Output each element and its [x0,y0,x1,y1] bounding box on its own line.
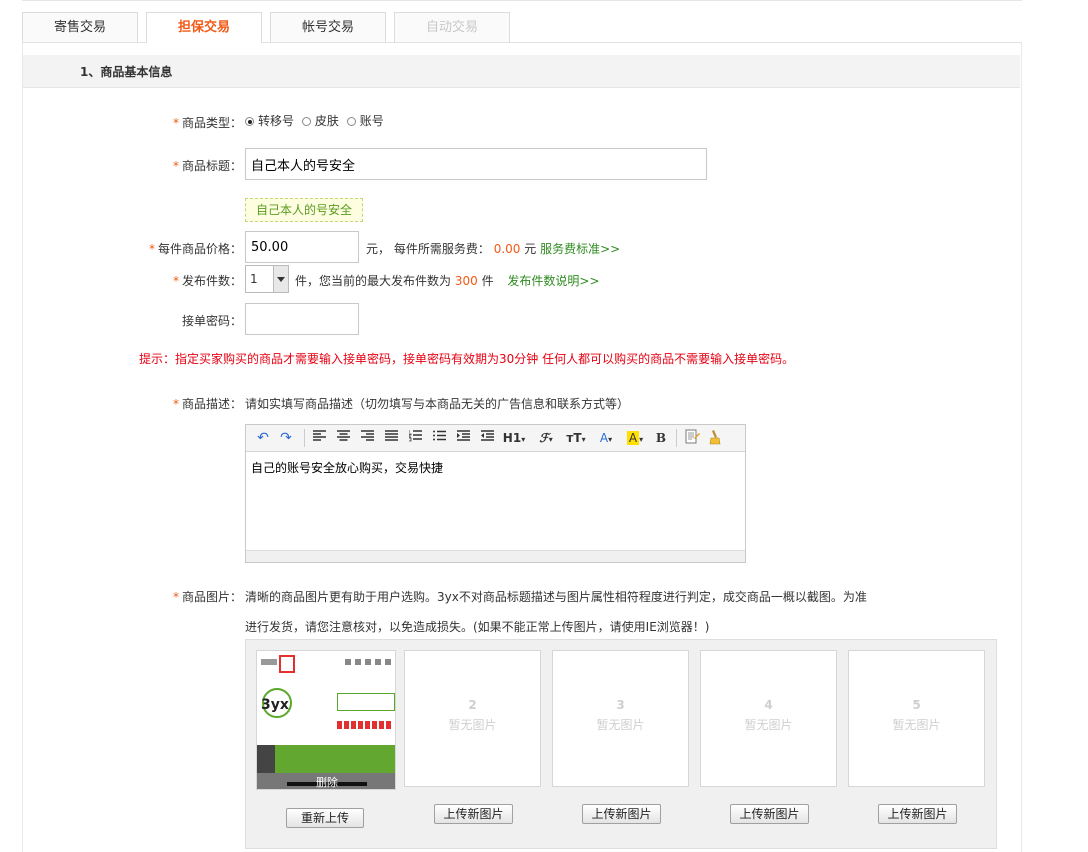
rich-text-editor: ↶ ↷ H1▾ ℱ▾ тT▾ A▾ A ▾ B 自己的账号安全放心购买，交易快捷 [245,424,746,563]
toolbar-divider [304,429,305,447]
radio-transfer-label[interactable]: 转移号 [258,114,294,128]
upload-button-3[interactable]: 上传新图片 [582,804,661,824]
outdent-icon[interactable] [480,429,494,447]
font-family-icon[interactable]: ℱ▾ [536,429,556,447]
align-right-icon[interactable] [360,429,374,447]
password-label: 接单密码： [181,314,242,328]
count-label: * 发布件数： [172,274,242,288]
tab-consignment[interactable]: 寄售交易 [22,12,138,42]
thumbnail-delete-bar[interactable]: 删除 [257,773,395,789]
fee-value: 0.00 [493,242,521,256]
svg-text:3yx: 3yx [261,697,289,713]
reupload-button[interactable]: 重新上传 [286,808,364,828]
images-hint-1: 清晰的商品图片更有助于用户选购。3yx不对商品标题描述与图片属性相符程度进行判定… [245,590,867,604]
image-slot-4[interactable]: 4 暂无图片 [700,650,837,787]
radio-account[interactable] [346,117,356,126]
price-label: * 每件商品价格： [148,242,242,256]
tab-guarantee[interactable]: 担保交易 [146,12,262,43]
upload-button-5[interactable]: 上传新图片 [878,804,957,824]
font-size-icon[interactable]: тT▾ [564,429,588,447]
tab-bar: 寄售交易 担保交易 帐号交易 自动交易 [22,12,1022,43]
desc-hint: 请如实填写商品描述（切勿填写与本商品无关的广告信息和联系方式等） [245,397,630,411]
justify-icon[interactable] [384,429,398,447]
tab-auto: 自动交易 [394,12,510,42]
radio-skin[interactable] [301,117,311,126]
images-label: * 商品图片： [172,590,242,604]
type-label: * 商品类型： [172,116,242,130]
image-slot-3[interactable]: 3 暂无图片 [552,650,689,787]
title-input[interactable] [245,148,707,180]
radio-transfer[interactable] [245,117,254,126]
title-label: * 商品标题： [172,159,242,173]
image-slot-5[interactable]: 5 暂无图片 [848,650,985,787]
highlight-icon[interactable]: A ▾ [624,429,646,447]
password-input[interactable] [245,303,359,335]
upload-button-2[interactable]: 上传新图片 [434,804,513,824]
thumbnail-searchbox [337,693,395,711]
title-preview: 自己本人的号安全 [245,198,364,222]
count-help-link[interactable]: 发布件数说明>> [507,274,599,288]
chevron-down-icon[interactable] [273,266,288,292]
count-info: 件，您当前的最大发布件数为 300 件 发布件数说明>> [295,274,600,288]
type-options: 转移号 皮肤 账号 [245,112,384,129]
top-divider [22,0,1022,1]
price-info: 元， 每件所需服务费： 0.00 元 服务费标准>> [366,242,621,256]
radio-skin-label[interactable]: 皮肤 [315,114,339,128]
editor-statusbar [246,550,745,562]
heading-icon[interactable]: H1▾ [502,429,526,447]
images-hint-2: 进行发货，请您注意核对，以免造成损失。(如果不能正常上传图片，请使用IE浏览器！… [245,620,710,634]
thumbnail-delete-button[interactable]: 删除 [257,774,395,789]
count-select[interactable]: 1 [245,265,289,293]
clear-format-icon[interactable] [708,429,724,447]
align-left-icon[interactable] [312,429,326,447]
indent-icon[interactable] [456,429,470,447]
font-color-icon[interactable]: A▾ [596,429,616,447]
upload-button-4[interactable]: 上传新图片 [730,804,809,824]
section-header [23,55,1020,88]
image-slot-2[interactable]: 2 暂无图片 [404,650,541,787]
ordered-list-icon[interactable] [408,429,422,447]
fee-standard-link[interactable]: 服务费标准>> [540,242,620,256]
count-max: 300 [454,274,478,288]
undo-icon[interactable]: ↶ [256,429,270,447]
thumbnail-logo: 3yx [259,683,293,723]
editor-content[interactable]: 自己的账号安全放心购买，交易快捷 [251,459,443,476]
radio-account-label[interactable]: 账号 [360,114,384,128]
bold-icon[interactable]: B [654,429,668,447]
thumbnail-topbar [257,651,395,679]
paste-word-icon[interactable] [684,429,700,447]
password-tip: 提示：指定买家购买的商品才需要输入接单密码，接单密码有效期为30分钟 任何人都可… [139,352,795,366]
image-slot-1[interactable]: 3yx 删除 [256,650,396,790]
editor-toolbar: ↶ ↷ H1▾ ℱ▾ тT▾ A▾ A ▾ B [246,425,745,452]
thumbnail-navbar [257,745,395,773]
toolbar-divider [676,429,677,447]
price-input[interactable] [245,231,359,263]
align-center-icon[interactable] [336,429,350,447]
desc-label: * 商品描述： [172,397,242,411]
unordered-list-icon[interactable] [432,429,446,447]
redo-icon[interactable]: ↷ [279,429,293,447]
section-title: 1、商品基本信息 [80,65,173,79]
tab-account[interactable]: 帐号交易 [270,12,386,42]
